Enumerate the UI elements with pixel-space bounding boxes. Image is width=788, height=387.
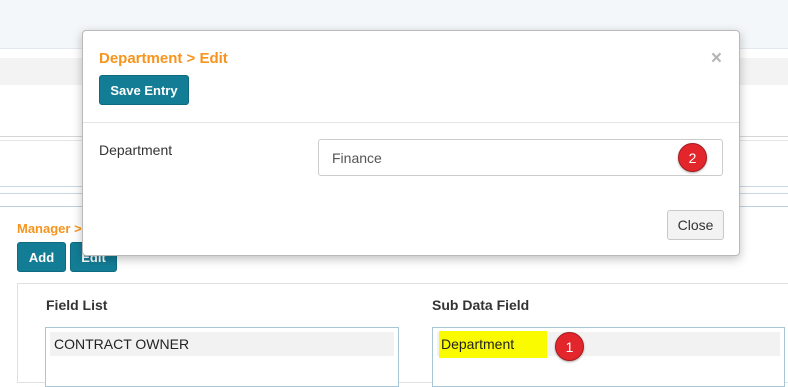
annotation-marker-1: 1 <box>555 332 584 361</box>
edit-modal: Department > Edit × Save Entry Departmen… <box>82 30 740 256</box>
save-entry-button[interactable]: Save Entry <box>99 75 189 105</box>
modal-divider <box>83 122 739 123</box>
field-list-title: Field List <box>46 297 108 313</box>
close-icon[interactable]: × <box>711 49 722 68</box>
department-input[interactable] <box>318 139 723 176</box>
close-button[interactable]: Close <box>667 210 724 240</box>
annotation-marker-2: 2 <box>678 143 707 172</box>
sub-data-field-item[interactable]: Department <box>439 331 547 358</box>
field-list[interactable]: CONTRACT OWNER <box>45 327 399 387</box>
breadcrumb[interactable]: Manager > <box>17 221 82 236</box>
list-item[interactable]: CONTRACT OWNER <box>50 332 394 356</box>
add-button[interactable]: Add <box>17 242 66 272</box>
department-label: Department <box>99 142 173 158</box>
modal-title: Department > Edit <box>99 50 228 67</box>
sub-data-field-title: Sub Data Field <box>432 297 530 313</box>
